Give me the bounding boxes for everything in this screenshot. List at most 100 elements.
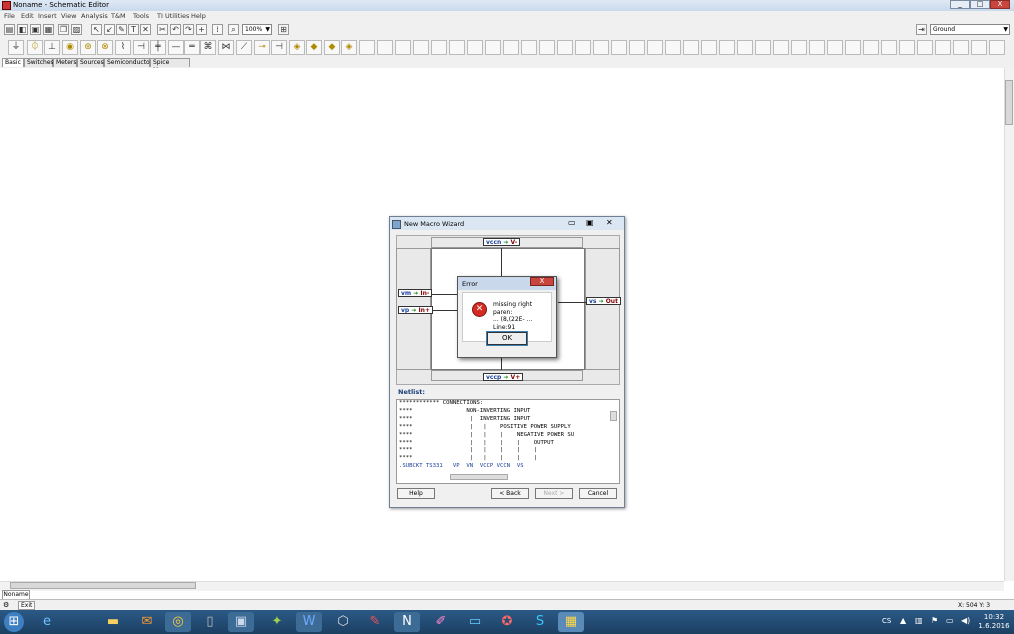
empty-slot-icon[interactable]	[863, 40, 879, 55]
zoom-icon[interactable]: ⌕	[228, 24, 239, 35]
menu-tm[interactable]: T&M	[111, 12, 126, 20]
pin-vccp[interactable]: vccp ➔ V+	[483, 373, 524, 381]
chrome-icon[interactable]: ◎	[165, 612, 191, 632]
empty-slot-icon[interactable]	[539, 40, 555, 55]
delete-icon[interactable]: ✕	[140, 24, 151, 35]
zoom-select[interactable]: 100% ▼	[242, 24, 272, 35]
empty-slot-icon[interactable]	[935, 40, 951, 55]
paste-icon[interactable]: ▨	[71, 24, 82, 35]
back-button[interactable]: < Back	[491, 488, 529, 499]
empty-slot-icon[interactable]	[827, 40, 843, 55]
empty-slot-icon[interactable]	[845, 40, 861, 55]
minimize-button[interactable]: _	[950, 0, 970, 9]
empty-slot-icon[interactable]	[485, 40, 501, 55]
terminal-icon[interactable]: ⊣	[271, 40, 287, 55]
generator-icon[interactable]: ⊛	[80, 40, 96, 55]
empty-slot-icon[interactable]	[431, 40, 447, 55]
add-icon[interactable]: +	[196, 24, 207, 35]
empty-slot-icon[interactable]	[503, 40, 519, 55]
tab-basic[interactable]: Basic	[2, 58, 24, 67]
screen-icon[interactable]: ▭	[462, 612, 488, 632]
monitor-icon[interactable]: ▭	[946, 616, 954, 625]
empty-slot-icon[interactable]	[449, 40, 465, 55]
n-app-icon[interactable]: N	[394, 612, 420, 632]
empty-slot-icon[interactable]	[989, 40, 1005, 55]
empty-slot-icon[interactable]	[791, 40, 807, 55]
probe-icon[interactable]: ◈	[341, 40, 357, 55]
inductor-icon[interactable]: ╪	[150, 40, 166, 55]
pin-vccn[interactable]: vccn ➔ V-	[483, 238, 521, 246]
box-icon[interactable]: ⬡	[330, 612, 356, 632]
current-source-icon[interactable]: ◉	[62, 40, 78, 55]
netlist-hscroll-thumb[interactable]	[450, 474, 508, 480]
open-icon[interactable]: ▤	[4, 24, 15, 35]
pin-vs[interactable]: vs ➔ Out	[586, 297, 621, 305]
capacitor-icon[interactable]: ⊣	[133, 40, 149, 55]
switch-icon[interactable]: ⟋	[236, 40, 252, 55]
settings-icon[interactable]: ⚙	[3, 601, 9, 609]
ok-button[interactable]: OK	[486, 331, 528, 346]
cut-icon[interactable]: ✂	[157, 24, 168, 35]
language-indicator[interactable]: CS	[882, 617, 891, 625]
netlist-textarea[interactable]: ************ CONNECTIONS: **** NON-INVER…	[396, 399, 620, 484]
empty-slot-icon[interactable]	[917, 40, 933, 55]
empty-slot-icon[interactable]	[899, 40, 915, 55]
ammeter-icon[interactable]: ◆	[306, 40, 322, 55]
tool-icon[interactable]: ✦	[264, 612, 290, 632]
menu-analysis[interactable]: Analysis	[81, 12, 108, 20]
menu-insert[interactable]: Insert	[38, 12, 57, 20]
tab-spice-macros[interactable]: Spice Macros	[150, 58, 190, 74]
close-icon[interactable]: ✕	[606, 218, 613, 227]
clock[interactable]: 10:32 1.6.2016	[978, 613, 1010, 631]
empty-slot-icon[interactable]	[737, 40, 753, 55]
close-button[interactable]: X	[990, 0, 1010, 9]
menu-help[interactable]: Help	[191, 12, 206, 20]
next-button[interactable]: Next >	[535, 488, 573, 499]
empty-slot-icon[interactable]	[467, 40, 483, 55]
folder-icon[interactable]: ▬	[100, 612, 126, 632]
tina-icon[interactable]: ▦	[558, 612, 584, 632]
tray-arrow-icon[interactable]: ▲	[900, 616, 906, 625]
word-icon[interactable]: W	[296, 612, 322, 632]
redo-icon[interactable]: ↷	[183, 24, 194, 35]
empty-slot-icon[interactable]	[719, 40, 735, 55]
empty-slot-icon[interactable]	[629, 40, 645, 55]
pen-app-icon[interactable]: ✐	[428, 612, 454, 632]
horizontal-scroll-thumb[interactable]	[10, 582, 196, 589]
empty-slot-icon[interactable]	[593, 40, 609, 55]
pin-vm[interactable]: vm ➔ In-	[398, 289, 433, 297]
error-close-button[interactable]: X	[530, 277, 554, 286]
empty-slot-icon[interactable]	[557, 40, 573, 55]
vertical-scrollbar[interactable]	[1004, 68, 1014, 581]
component-select[interactable]: Ground ▼	[930, 24, 1010, 35]
empty-slot-icon[interactable]	[377, 40, 393, 55]
empty-slot-icon[interactable]	[521, 40, 537, 55]
empty-slot-icon[interactable]	[395, 40, 411, 55]
cancel-button[interactable]: Cancel	[579, 488, 617, 499]
empty-slot-icon[interactable]	[575, 40, 591, 55]
empty-slot-icon[interactable]	[647, 40, 663, 55]
menu-view[interactable]: View	[61, 12, 76, 20]
empty-slot-icon[interactable]	[683, 40, 699, 55]
place-component-icon[interactable]: ⇥	[916, 24, 927, 35]
exit-button[interactable]: Exit	[18, 601, 36, 610]
empty-slot-icon[interactable]	[413, 40, 429, 55]
new-icon[interactable]: ◧	[17, 24, 28, 35]
transformer-icon[interactable]: ⌘	[200, 40, 216, 55]
wire-component-icon[interactable]: —	[168, 40, 184, 55]
empty-slot-icon[interactable]	[359, 40, 375, 55]
empty-slot-icon[interactable]	[611, 40, 627, 55]
bus-icon[interactable]: ═	[184, 40, 200, 55]
network-icon[interactable]: ▥	[915, 616, 923, 625]
pin-vp[interactable]: vp ➔ In+	[398, 306, 433, 314]
volume-icon[interactable]: ◀)	[961, 616, 970, 625]
diode-icon[interactable]: ⋈	[218, 40, 234, 55]
voltmeter-icon[interactable]: ◆	[324, 40, 340, 55]
maximize-icon[interactable]: ▣	[586, 218, 594, 227]
text-icon[interactable]: T	[128, 24, 139, 35]
lamp-icon[interactable]: ⊸	[254, 40, 270, 55]
help-button[interactable]: Help	[397, 488, 435, 499]
minimize-icon[interactable]: ▭	[568, 218, 576, 227]
menu-ti-utilities[interactable]: TI Utilities	[157, 12, 189, 20]
menu-tools[interactable]: Tools	[133, 12, 149, 20]
